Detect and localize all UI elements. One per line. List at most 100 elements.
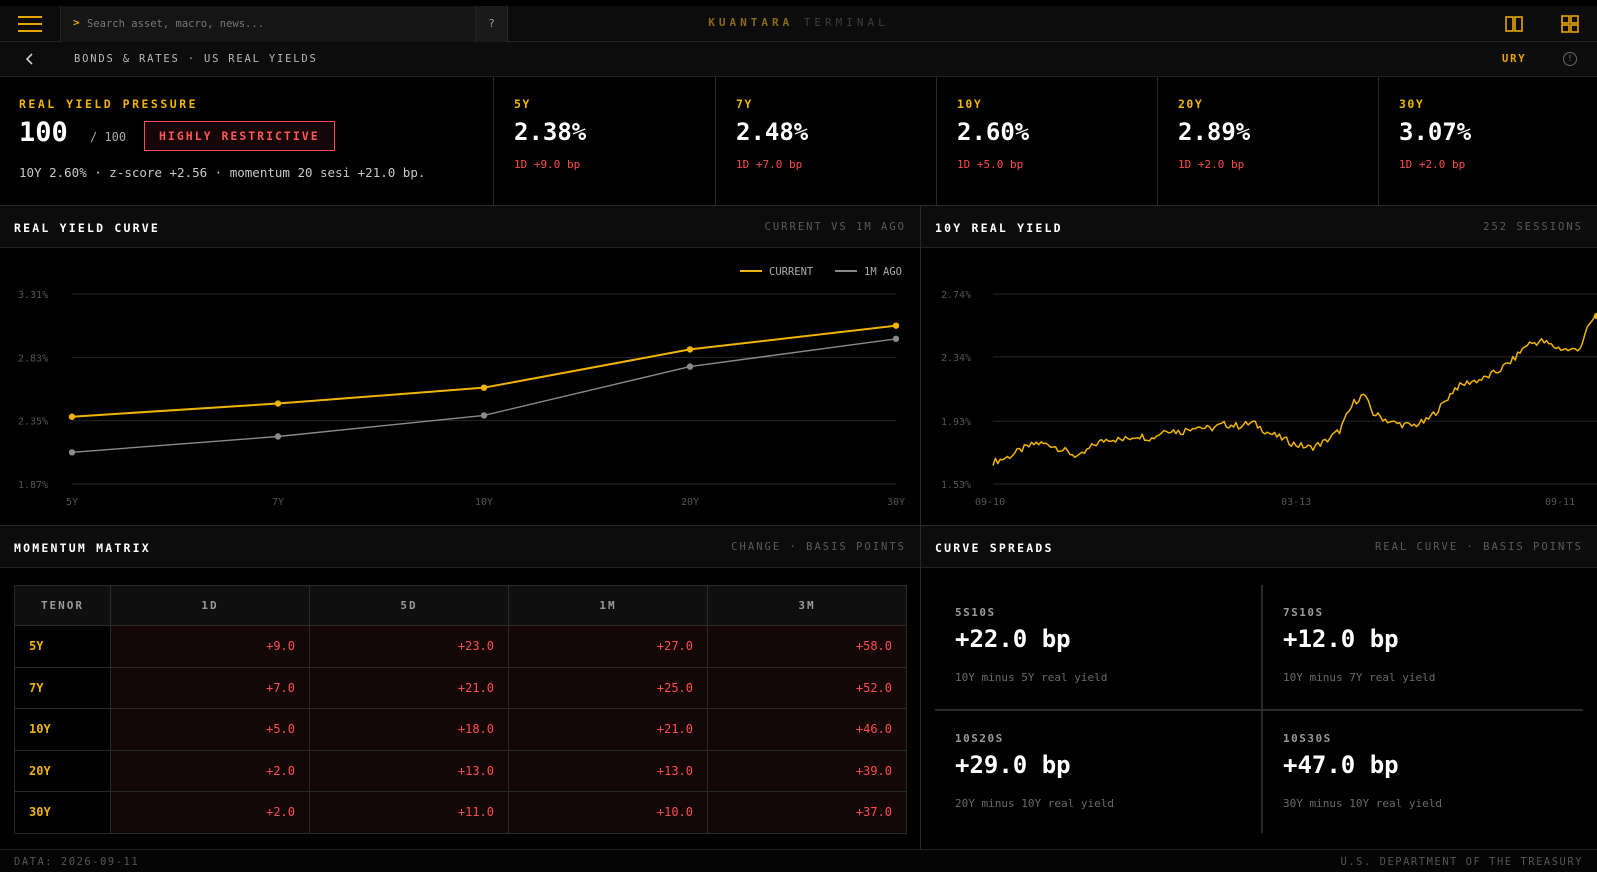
x-tick-label: 7Y [272,497,284,508]
panel-subtitle: CURRENT VS 1M AGO [764,221,906,233]
tenor-change: 1D +5.0 bp [957,158,1024,171]
legend-label: CURRENT [769,266,814,278]
data-point [68,449,76,456]
spread-description: 10Y minus 5Y real yield [955,671,1108,684]
split-view-icon[interactable] [1505,15,1523,33]
status-badge: HIGHLY RESTRICTIVE [144,121,335,151]
data-source: U.S. DEPARTMENT OF THE TREASURY [1340,856,1583,868]
change-cell: +27.0 [508,625,708,668]
table-row: 30Y +2.0 +11.0 +10.0 +37.0 [14,791,907,834]
change-cell: +39.0 [707,749,907,792]
spread-card: 10S30S +47.0 bp 30Y minus 10Y real yield [1263,711,1583,835]
spread-label: 5S10S [955,606,996,619]
panel-subtitle: REAL CURVE · BASIS POINTS [1374,541,1583,553]
tenor-value: 2.48% [736,118,809,146]
data-point [68,413,76,420]
column-header: TENOR [14,585,111,626]
hamburger-menu-icon[interactable] [18,15,42,33]
change-cell: +11.0 [309,791,509,834]
data-point [480,384,488,391]
panel-header: REAL YIELD CURVE CURRENT VS 1M AGO [0,206,920,248]
kpi-row: REAL YIELD PRESSURE 100 / 100 HIGHLY RES… [0,77,1597,206]
spread-label: 10S20S [955,732,1004,745]
spread-card: 10S20S +29.0 bp 20Y minus 10Y real yield [935,711,1255,835]
tenor-card[interactable]: 20Y 2.89% 1D +2.0 bp [1157,77,1379,205]
column-header: 1D [110,585,310,626]
spreads-panel: CURVE SPREADS REAL CURVE · BASIS POINTS … [921,526,1597,849]
spread-description: 20Y minus 10Y real yield [955,797,1114,810]
y-tick-label: 1.93% [941,417,971,428]
tenor-value: 3.07% [1399,118,1472,146]
panel-subtitle: 252 SESSIONS [1483,221,1583,233]
spread-label: 10S30S [1283,732,1332,745]
x-tick-label: 10Y [475,497,493,508]
panel-header: 10Y REAL YIELD 252 SESSIONS [921,206,1597,248]
pressure-detail: 10Y 2.60% · z-score +2.56 · momentum 20 … [19,165,426,180]
tenor-value: 2.60% [957,118,1030,146]
help-button[interactable]: ? [476,6,508,42]
y-tick-label: 1.53% [941,480,971,491]
column-header: 3M [707,585,907,626]
tenor-label: 7Y [736,97,753,111]
change-cell: +58.0 [707,625,907,668]
brand-primary: KUANTARA [708,16,794,29]
panel-title: MOMENTUM MATRIX [14,541,151,555]
column-header: 1M [508,585,708,626]
breadcrumb-bar: BONDS & RATES · US REAL YIELDS URY ! [0,42,1597,77]
column-header: 5D [309,585,509,626]
table-row: 10Y +5.0 +18.0 +21.0 +46.0 [14,708,907,751]
x-tick-label: 09-11 [1545,497,1575,508]
tenor-card[interactable]: 5Y 2.38% 1D +9.0 bp [493,77,715,205]
tenor-value: 2.38% [514,118,587,146]
panel-title: REAL YIELD CURVE [14,221,160,235]
tenor-label: 30Y [1399,97,1425,111]
tenor-card[interactable]: 10Y 2.60% 1D +5.0 bp [936,77,1158,205]
spread-description: 10Y minus 7Y real yield [1283,671,1436,684]
data-point [274,433,282,440]
tenor-label: 10Y [957,97,983,111]
tenor-cell: 5Y [14,625,111,668]
history-chart: 2.74% 2.34% 1.93% 1.53% 09-10 03-13 09-11 [941,290,1597,508]
search-box: > [60,6,476,42]
spread-label: 7S10S [1283,606,1324,619]
change-cell: +10.0 [508,791,708,834]
table-header-row: TENOR 1D 5D 1M 3M [14,585,907,626]
spread-value: +29.0 bp [955,751,1071,779]
pressure-denominator: / 100 [90,130,127,144]
ticker-symbol: URY [1502,53,1527,65]
change-cell: +52.0 [707,666,907,709]
table-row: 7Y +7.0 +21.0 +25.0 +52.0 [14,666,907,709]
panel-subtitle: CHANGE · BASIS POINTS [731,541,906,553]
tenor-card[interactable]: 30Y 3.07% 1D +2.0 bp [1378,77,1597,205]
spread-description: 30Y minus 10Y real yield [1283,797,1442,810]
change-cell: +9.0 [110,625,310,668]
pressure-label: REAL YIELD PRESSURE [19,97,199,111]
data-point [892,322,900,329]
tenor-change: 1D +7.0 bp [736,158,803,171]
pressure-card: REAL YIELD PRESSURE 100 / 100 HIGHLY RES… [0,77,493,205]
y-tick-label: 2.34% [941,353,971,364]
change-cell: +21.0 [309,666,509,709]
legend-label: 1M AGO [864,266,902,278]
history-panel: 10Y REAL YIELD 252 SESSIONS 2.74% 2.34% 1.… [921,206,1597,525]
search-prompt: > [73,16,80,29]
tenor-change: 1D +2.0 bp [1178,158,1245,171]
tenor-card[interactable]: 7Y 2.48% 1D +7.0 bp [715,77,937,205]
change-cell: +46.0 [707,708,907,751]
change-cell: +5.0 [110,708,310,751]
data-point [892,335,900,343]
search-input[interactable] [87,14,467,34]
series-line-1m-ago [71,338,897,454]
chevron-left-icon[interactable] [22,51,38,67]
tenor-cell: 30Y [14,791,111,834]
panel-header: MOMENTUM MATRIX CHANGE · BASIS POINTS [0,526,920,568]
table-row: 20Y +2.0 +13.0 +13.0 +39.0 [14,749,907,792]
y-tick-label: 2.83% [18,353,48,364]
change-cell: +18.0 [309,708,509,751]
change-cell: +37.0 [707,791,907,834]
table-row: 5Y +9.0 +23.0 +27.0 +58.0 [14,625,907,668]
curve-chart: 3.31% 2.83% 2.35% 1.87% 5Y 7Y 10Y 20Y 30Y CURRENT… [18,266,905,508]
panel-title: CURVE SPREADS [935,541,1054,555]
info-icon[interactable]: ! [1563,52,1577,66]
grid-view-icon[interactable] [1561,15,1579,33]
